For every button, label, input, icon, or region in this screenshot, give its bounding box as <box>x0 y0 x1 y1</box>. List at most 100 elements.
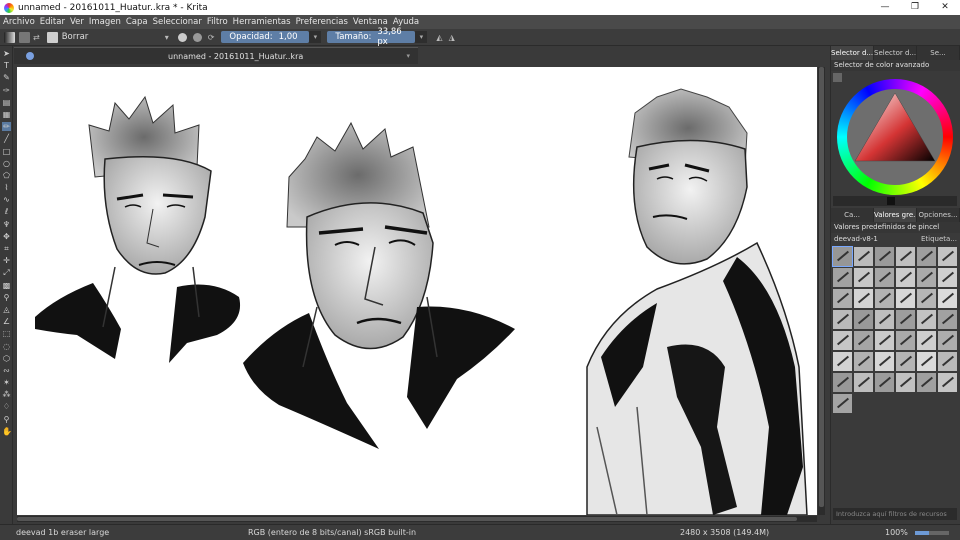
brush-preset-item[interactable] <box>875 310 894 329</box>
pattern-icon[interactable] <box>19 31 30 43</box>
menu-seleccionar[interactable]: Seleccionar <box>153 17 202 27</box>
similar-select-icon[interactable]: ⁂ <box>2 390 11 399</box>
brush-preset-item[interactable] <box>917 268 936 287</box>
zoom-tool-icon[interactable]: ⚲ <box>2 415 11 424</box>
polygon-tool-icon[interactable]: ⬠ <box>2 171 11 180</box>
brush-preset-name[interactable]: Borrar <box>62 32 162 42</box>
menu-editar[interactable]: Editar <box>40 17 65 27</box>
mirror-vertical-icon[interactable]: ◮ <box>449 33 455 42</box>
maximize-button[interactable]: ❐ <box>900 0 930 15</box>
brush-preset-item[interactable] <box>938 289 957 308</box>
brush-preset-item[interactable] <box>854 352 873 371</box>
tab-color-selector-2[interactable]: Selector d... <box>874 46 917 60</box>
line-tool-icon[interactable]: ╱ <box>2 134 11 143</box>
ellipse-tool-icon[interactable]: ○ <box>2 159 11 168</box>
transform-tool-icon[interactable]: ⤢ <box>2 268 11 277</box>
mirror-horizontal-icon[interactable]: ◭ <box>436 33 442 42</box>
brush-preset-item[interactable] <box>833 310 852 329</box>
drawing-canvas[interactable] <box>17 67 817 515</box>
tab-se[interactable]: Se... <box>917 46 960 60</box>
contiguous-select-icon[interactable]: ✶ <box>2 378 11 387</box>
brush-preset-item[interactable] <box>833 331 852 350</box>
brush-preset-item[interactable] <box>938 247 957 266</box>
brush-preset-item[interactable] <box>875 268 894 287</box>
swap-colors-icon[interactable]: ⇄ <box>33 33 40 42</box>
menu-herramientas[interactable]: Herramientas <box>233 17 291 27</box>
brush-preset-item[interactable] <box>917 373 936 392</box>
brush-preset-item[interactable] <box>917 352 936 371</box>
brush-preset-item[interactable] <box>896 373 915 392</box>
preserve-alpha-icon[interactable] <box>192 32 202 42</box>
tab-options[interactable]: Opciones... <box>917 208 960 222</box>
freehand-path-icon[interactable]: ℓ <box>2 207 11 216</box>
pan-tool-icon[interactable]: ✋ <box>2 427 12 436</box>
menu-filtro[interactable]: Filtro <box>207 17 228 27</box>
document-tab[interactable]: unnamed - 20161011_Huatur..kra ▾ <box>14 47 418 64</box>
size-slider[interactable]: Tamaño: 33,86 px <box>327 27 416 47</box>
color-wheel[interactable] <box>831 71 959 208</box>
close-button[interactable]: ✕ <box>930 0 960 15</box>
menu-imagen[interactable]: Imagen <box>89 17 121 27</box>
brush-preset-item[interactable] <box>833 268 852 287</box>
brush-preset-item[interactable] <box>896 247 915 266</box>
menu-capa[interactable]: Capa <box>126 17 148 27</box>
brush-preset-item[interactable] <box>875 352 894 371</box>
menu-preferencias[interactable]: Preferencias <box>296 17 348 27</box>
tab-ca[interactable]: Ca... <box>831 208 874 222</box>
brush-tag-label[interactable]: Etiqueta... <box>921 235 957 243</box>
close-tab-icon[interactable]: ▾ <box>406 52 410 60</box>
brush-preset-item[interactable] <box>854 289 873 308</box>
polyline-tool-icon[interactable]: ⌇ <box>2 183 11 192</box>
minimize-button[interactable]: — <box>870 0 900 15</box>
dyna-tool-icon[interactable]: ♆ <box>2 220 11 229</box>
opacity-slider[interactable]: Opacidad: 1,00 <box>221 31 310 43</box>
menu-ventana[interactable]: Ventana <box>353 17 388 27</box>
brush-filter-input[interactable]: Introduzca aquí filtros de recursos <box>833 508 957 520</box>
brush-preset-item[interactable] <box>938 373 957 392</box>
brush-preset-item[interactable] <box>896 310 915 329</box>
brush-preset-item[interactable] <box>833 394 852 413</box>
crop-tool-icon[interactable]: ⌗ <box>2 244 11 253</box>
brush-preset-item[interactable] <box>854 247 873 266</box>
brush-preset-item[interactable] <box>833 289 852 308</box>
brush-preset-item[interactable] <box>875 289 894 308</box>
assistant-tool-icon[interactable]: ◬ <box>2 305 11 314</box>
edit-shapes-icon[interactable]: ✎ <box>2 73 11 82</box>
gradient-icon[interactable] <box>4 31 15 43</box>
eraser-mode-icon[interactable] <box>177 32 187 42</box>
freehand-brush-icon[interactable]: ✏ <box>2 122 11 132</box>
tab-color-selector-1[interactable]: Selector d... <box>831 46 874 60</box>
brush-preset-item[interactable] <box>833 352 852 371</box>
measure-tool-icon[interactable]: ∠ <box>2 317 11 326</box>
pattern-tool-icon[interactable]: ▦ <box>2 110 11 119</box>
reload-preset-icon[interactable]: ⟳ <box>208 33 215 42</box>
brush-preset-item[interactable] <box>854 268 873 287</box>
menu-ayuda[interactable]: Ayuda <box>393 17 419 27</box>
ellipse-select-icon[interactable]: ◌ <box>2 342 11 351</box>
brush-preset-item[interactable] <box>896 268 915 287</box>
advanced-color-selector[interactable] <box>831 71 960 208</box>
brush-preset-item[interactable] <box>875 373 894 392</box>
tab-brush-presets[interactable]: Valores gre... <box>874 208 917 222</box>
gradient-tool-icon[interactable]: ▤ <box>2 98 11 107</box>
select-shapes-icon[interactable]: ➤ <box>2 49 11 58</box>
text-tool-icon[interactable]: T <box>2 61 11 70</box>
brush-preset-item[interactable] <box>896 331 915 350</box>
horizontal-scrollbar[interactable] <box>17 516 817 522</box>
polygon-select-icon[interactable]: ⬡ <box>2 354 11 363</box>
size-stepper[interactable]: ▾ <box>415 31 428 43</box>
bezier-tool-icon[interactable]: ∿ <box>2 195 11 204</box>
bezier-select-icon[interactable]: ♢ <box>2 402 11 411</box>
brush-preset-item[interactable] <box>854 373 873 392</box>
brush-preset-item[interactable] <box>917 310 936 329</box>
brush-preset-icon[interactable] <box>46 31 58 43</box>
color-picker-icon[interactable]: ⚲ <box>2 293 11 302</box>
move-tool-icon[interactable]: ✛ <box>2 256 11 265</box>
blend-mode-chevron-icon[interactable]: ▾ <box>165 33 169 42</box>
brush-preset-item[interactable] <box>917 289 936 308</box>
menu-archivo[interactable]: Archivo <box>3 17 35 27</box>
brush-preset-item[interactable] <box>896 289 915 308</box>
brush-preset-item[interactable] <box>875 247 894 266</box>
brush-tag-selector[interactable]: deevad-v8-1 <box>834 235 878 243</box>
brush-preset-item[interactable] <box>833 373 852 392</box>
